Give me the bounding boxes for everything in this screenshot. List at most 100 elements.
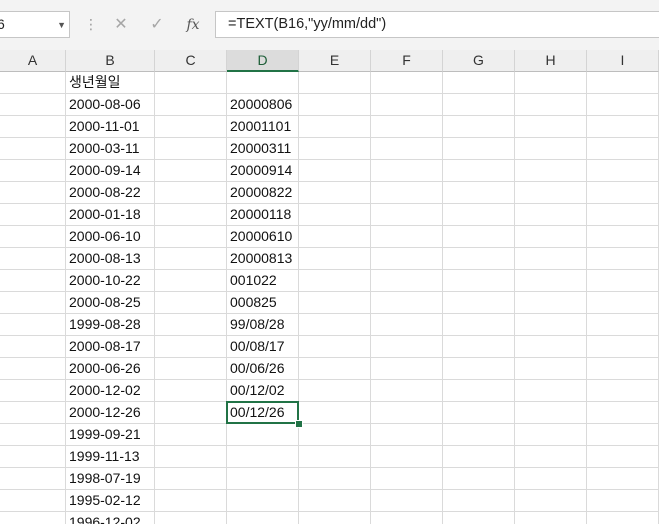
- cell-h[interactable]: [515, 468, 587, 490]
- cell-i[interactable]: [587, 402, 659, 424]
- cell-i[interactable]: [587, 314, 659, 336]
- cell-b[interactable]: 2000-06-10: [66, 226, 155, 248]
- column-header-c[interactable]: C: [155, 50, 227, 72]
- cell-g[interactable]: [443, 424, 515, 446]
- cell-i[interactable]: [587, 248, 659, 270]
- cell-a[interactable]: [0, 402, 66, 424]
- cell-i[interactable]: [587, 182, 659, 204]
- cell-h[interactable]: [515, 138, 587, 160]
- cell-c[interactable]: [155, 424, 227, 446]
- cell-b[interactable]: 2000-12-02: [66, 380, 155, 402]
- cell-i[interactable]: [587, 380, 659, 402]
- cell-f[interactable]: [371, 72, 443, 94]
- cell-d[interactable]: 20000311: [227, 138, 299, 160]
- cell-i[interactable]: [587, 336, 659, 358]
- cell-a[interactable]: [0, 138, 66, 160]
- cell-c[interactable]: [155, 512, 227, 524]
- cell-d[interactable]: 00/12/02: [227, 380, 299, 402]
- cell-e[interactable]: [299, 292, 371, 314]
- cell-a[interactable]: [0, 314, 66, 336]
- cell-g[interactable]: [443, 490, 515, 512]
- cell-e[interactable]: [299, 512, 371, 524]
- cell-i[interactable]: [587, 270, 659, 292]
- cell-b[interactable]: 생년월일: [66, 72, 155, 94]
- cell-h[interactable]: [515, 292, 587, 314]
- cell-b[interactable]: 2000-08-17: [66, 336, 155, 358]
- cell-h[interactable]: [515, 314, 587, 336]
- cell-c[interactable]: [155, 138, 227, 160]
- cell-g[interactable]: [443, 204, 515, 226]
- cell-f[interactable]: [371, 292, 443, 314]
- cell-c[interactable]: [155, 94, 227, 116]
- cell-c[interactable]: [155, 226, 227, 248]
- cell-d[interactable]: 00/06/26: [227, 358, 299, 380]
- cell-i[interactable]: [587, 358, 659, 380]
- cell-c[interactable]: [155, 182, 227, 204]
- cell-i[interactable]: [587, 468, 659, 490]
- cell-d[interactable]: 99/08/28: [227, 314, 299, 336]
- cell-f[interactable]: [371, 314, 443, 336]
- cell-h[interactable]: [515, 336, 587, 358]
- cell-a[interactable]: [0, 160, 66, 182]
- cell-b[interactable]: 2000-08-13: [66, 248, 155, 270]
- cell-i[interactable]: [587, 490, 659, 512]
- fill-handle[interactable]: [295, 420, 303, 428]
- cell-a[interactable]: [0, 248, 66, 270]
- cell-f[interactable]: [371, 182, 443, 204]
- cell-g[interactable]: [443, 270, 515, 292]
- cell-g[interactable]: [443, 446, 515, 468]
- cell-h[interactable]: [515, 446, 587, 468]
- cell-e[interactable]: [299, 182, 371, 204]
- cell-f[interactable]: [371, 468, 443, 490]
- cell-g[interactable]: [443, 292, 515, 314]
- cell-d[interactable]: 20000914: [227, 160, 299, 182]
- cell-f[interactable]: [371, 424, 443, 446]
- cell-i[interactable]: [587, 446, 659, 468]
- cell-d[interactable]: 20001101: [227, 116, 299, 138]
- cell-e[interactable]: [299, 226, 371, 248]
- cell-a[interactable]: [0, 512, 66, 524]
- cell-f[interactable]: [371, 270, 443, 292]
- cell-h[interactable]: [515, 358, 587, 380]
- cell-f[interactable]: [371, 512, 443, 524]
- column-header-f[interactable]: F: [371, 50, 443, 72]
- cell-e[interactable]: [299, 160, 371, 182]
- cell-f[interactable]: [371, 446, 443, 468]
- close-icon[interactable]: ✕: [107, 12, 135, 38]
- cell-h[interactable]: [515, 116, 587, 138]
- insert-function-icon[interactable]: fx: [179, 12, 207, 38]
- cell-d[interactable]: 20000822: [227, 182, 299, 204]
- cell-f[interactable]: [371, 204, 443, 226]
- cell-i[interactable]: [587, 512, 659, 524]
- column-header-i[interactable]: I: [587, 50, 659, 72]
- cell-d[interactable]: 20000118: [227, 204, 299, 226]
- cell-b[interactable]: 2000-06-26: [66, 358, 155, 380]
- cell-d[interactable]: [227, 424, 299, 446]
- name-box[interactable]: 6 ▼: [0, 11, 70, 38]
- cell-c[interactable]: [155, 468, 227, 490]
- cell-g[interactable]: [443, 226, 515, 248]
- cell-c[interactable]: [155, 160, 227, 182]
- cell-b[interactable]: 1999-09-21: [66, 424, 155, 446]
- cell-b[interactable]: 2000-01-18: [66, 204, 155, 226]
- cell-a[interactable]: [0, 358, 66, 380]
- cell-a[interactable]: [0, 94, 66, 116]
- cell-b[interactable]: 1996-12-02: [66, 512, 155, 524]
- cell-i[interactable]: [587, 160, 659, 182]
- drag-handle-icon[interactable]: ⋮: [84, 14, 98, 34]
- cell-f[interactable]: [371, 94, 443, 116]
- cell-e[interactable]: [299, 94, 371, 116]
- cell-e[interactable]: [299, 204, 371, 226]
- cell-e[interactable]: [299, 336, 371, 358]
- cell-b[interactable]: 2000-08-25: [66, 292, 155, 314]
- cell-c[interactable]: [155, 248, 227, 270]
- cell-d[interactable]: 00/08/17: [227, 336, 299, 358]
- formula-input[interactable]: =TEXT(B16,"yy/mm/dd"): [215, 11, 659, 38]
- cell-c[interactable]: [155, 446, 227, 468]
- column-header-d[interactable]: D: [227, 50, 299, 72]
- cell-g[interactable]: [443, 116, 515, 138]
- cell-c[interactable]: [155, 292, 227, 314]
- cell-f[interactable]: [371, 490, 443, 512]
- cell-e[interactable]: [299, 358, 371, 380]
- cell-f[interactable]: [371, 380, 443, 402]
